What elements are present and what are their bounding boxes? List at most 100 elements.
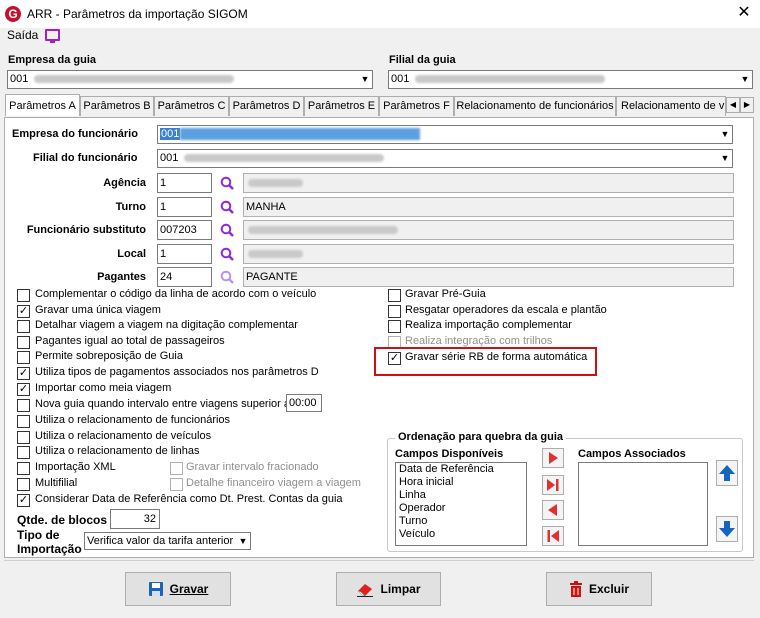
checkbox-label: Permite sobreposição de Guia <box>35 350 183 362</box>
redacted-text <box>34 75 235 84</box>
agencia-input[interactable]: 1 <box>157 173 212 193</box>
checkbox-left-12[interactable] <box>17 478 30 491</box>
checkbox-label: Resgatar operadores da escala e plantão <box>405 304 607 316</box>
tab-parametros-d[interactable]: Parâmetros D <box>229 96 304 116</box>
checkbox-label: Considerar Data de Referência como Dt. P… <box>35 493 343 505</box>
window-title: ARR - Parâmetros da importação SIGOM <box>27 7 248 21</box>
list-item[interactable]: Data de Referência <box>396 463 526 476</box>
chevron-down-icon[interactable]: ▼ <box>737 71 752 88</box>
list-item[interactable]: Hora inicial <box>396 476 526 489</box>
checkbox-label: Utiliza o relacionamento de veículos <box>35 430 212 442</box>
list-item[interactable]: Linha <box>396 489 526 502</box>
list-item[interactable]: Operador <box>396 502 526 515</box>
menu-saida[interactable]: Saída <box>7 28 38 42</box>
tab-parametros-f[interactable]: Parâmetros F <box>379 96 454 116</box>
empresa-guia-select[interactable]: 001 ▼ <box>7 70 373 89</box>
pagantes-label: Pagantes <box>97 271 146 283</box>
tab-parametros-c[interactable]: Parâmetros C <box>154 96 229 116</box>
gravar-button[interactable]: Gravar <box>125 572 231 606</box>
excluir-button[interactable]: Excluir <box>546 572 652 606</box>
ordenacao-title: Ordenação para quebra da guia <box>395 431 567 443</box>
move-up-button[interactable] <box>716 460 738 486</box>
tab-parametros-e[interactable]: Parâmetros E <box>304 96 379 116</box>
checkbox-left-8[interactable] <box>17 415 30 428</box>
monitor-icon[interactable] <box>45 29 60 43</box>
pagantes-input[interactable]: 24 <box>157 267 212 287</box>
empresa-funcionario-select[interactable]: 001 ▼ <box>157 125 733 144</box>
close-icon[interactable]: ✕ <box>735 4 753 22</box>
checkbox-gravar-intervalo-fracionado[interactable] <box>170 462 183 475</box>
checkbox-left-0[interactable] <box>17 289 30 302</box>
campos-associados-list[interactable] <box>578 462 708 546</box>
limpar-label: Limpar <box>380 582 421 596</box>
tab-parametros-a[interactable]: Parâmetros A <box>5 94 80 116</box>
list-item[interactable]: Veículo <box>396 528 526 541</box>
tab-scroll-left-icon[interactable]: ◀ <box>726 97 740 113</box>
checkbox-left-4[interactable] <box>17 351 30 364</box>
checkbox-left-9[interactable] <box>17 431 30 444</box>
filial-funcionario-label: Filial do funcionário <box>33 152 138 164</box>
checkbox-left-13[interactable]: ✓ <box>17 494 30 507</box>
checkbox-label: Realiza importação complementar <box>405 319 572 331</box>
funcionario-substituto-description <box>243 220 734 240</box>
tab-parametros-b[interactable]: Parâmetros B <box>80 96 154 116</box>
qtde-blocos-label: Qtde. de blocos <box>17 513 108 527</box>
search-icon[interactable] <box>220 223 234 237</box>
move-down-button[interactable] <box>716 516 738 542</box>
move-all-left-button[interactable] <box>542 526 564 546</box>
arrow-right-icon <box>549 452 558 464</box>
campos-disponiveis-list[interactable]: Data de Referência Hora inicial Linha Op… <box>395 462 527 546</box>
empresa-guia-value: 001 <box>10 73 29 85</box>
search-icon[interactable] <box>220 176 234 190</box>
chevron-down-icon[interactable]: ▼ <box>357 71 372 88</box>
checkbox-detalhe-financeiro[interactable] <box>170 478 183 491</box>
tipo-importacao-label-2: Importação <box>17 542 82 556</box>
checkbox-left-5[interactable]: ✓ <box>17 367 30 380</box>
filial-guia-select[interactable]: 001 ▼ <box>388 70 753 89</box>
gravar-label: Gravar <box>169 582 209 596</box>
local-label: Local <box>117 248 146 260</box>
redacted-text <box>180 128 421 141</box>
redacted-text <box>248 250 303 259</box>
local-input[interactable]: 1 <box>157 244 212 264</box>
move-right-button[interactable] <box>542 448 564 468</box>
checkbox-left-7[interactable] <box>17 399 30 412</box>
turno-description: MANHA <box>243 197 734 217</box>
turno-input[interactable]: 1 <box>157 197 212 217</box>
list-item[interactable]: Turno <box>396 515 526 528</box>
checkbox-left-2[interactable] <box>17 320 30 333</box>
interval-input[interactable]: 00:00 <box>286 394 322 412</box>
arrow-down-icon <box>719 521 735 537</box>
search-icon[interactable] <box>220 247 234 261</box>
limpar-button[interactable]: Limpar <box>336 572 441 606</box>
checkbox-right-2[interactable] <box>388 320 401 333</box>
chevron-down-icon[interactable]: ▼ <box>717 150 732 167</box>
checkbox-label: Complementar o código da linha de acordo… <box>35 288 317 300</box>
checkbox-right-0[interactable] <box>388 289 401 302</box>
checkbox-left-3[interactable] <box>17 336 30 349</box>
funcionario-substituto-input[interactable]: 007203 <box>157 220 212 240</box>
chevron-down-icon[interactable]: ▼ <box>235 533 250 549</box>
checkbox-right-1[interactable] <box>388 305 401 318</box>
checkbox-label: Importação XML <box>35 461 116 473</box>
checkbox-label: Importar como meia viagem <box>35 382 172 394</box>
tab-scroll-right-icon[interactable]: ▶ <box>740 97 754 113</box>
checkbox-left-6[interactable]: ✓ <box>17 383 30 396</box>
redacted-text <box>248 226 398 235</box>
filial-funcionario-select[interactable]: 001 ▼ <box>157 149 733 168</box>
chevron-down-icon[interactable]: ▼ <box>717 126 732 143</box>
move-all-right-button[interactable] <box>542 475 564 495</box>
move-left-button[interactable] <box>542 500 564 520</box>
search-icon[interactable] <box>220 200 234 214</box>
checkbox-label: Realiza integração com trilhos <box>405 335 553 347</box>
qtde-blocos-input[interactable]: 32 <box>110 509 160 529</box>
tab-relacionamento-funcionarios[interactable]: Relacionamento de funcionários <box>454 96 616 116</box>
checkbox-left-10[interactable] <box>17 446 30 459</box>
campos-disponiveis-label: Campos Disponíveis <box>395 448 504 460</box>
checkbox-left-1[interactable]: ✓ <box>17 305 30 318</box>
turno-label: Turno <box>115 201 146 213</box>
tab-relacionamento-veiculos[interactable]: Relacionamento de v <box>616 96 726 116</box>
checkbox-left-11[interactable] <box>17 462 30 475</box>
search-icon[interactable] <box>220 270 234 284</box>
tipo-importacao-select[interactable]: Verifica valor da tarifa anterior ▼ <box>84 532 251 550</box>
